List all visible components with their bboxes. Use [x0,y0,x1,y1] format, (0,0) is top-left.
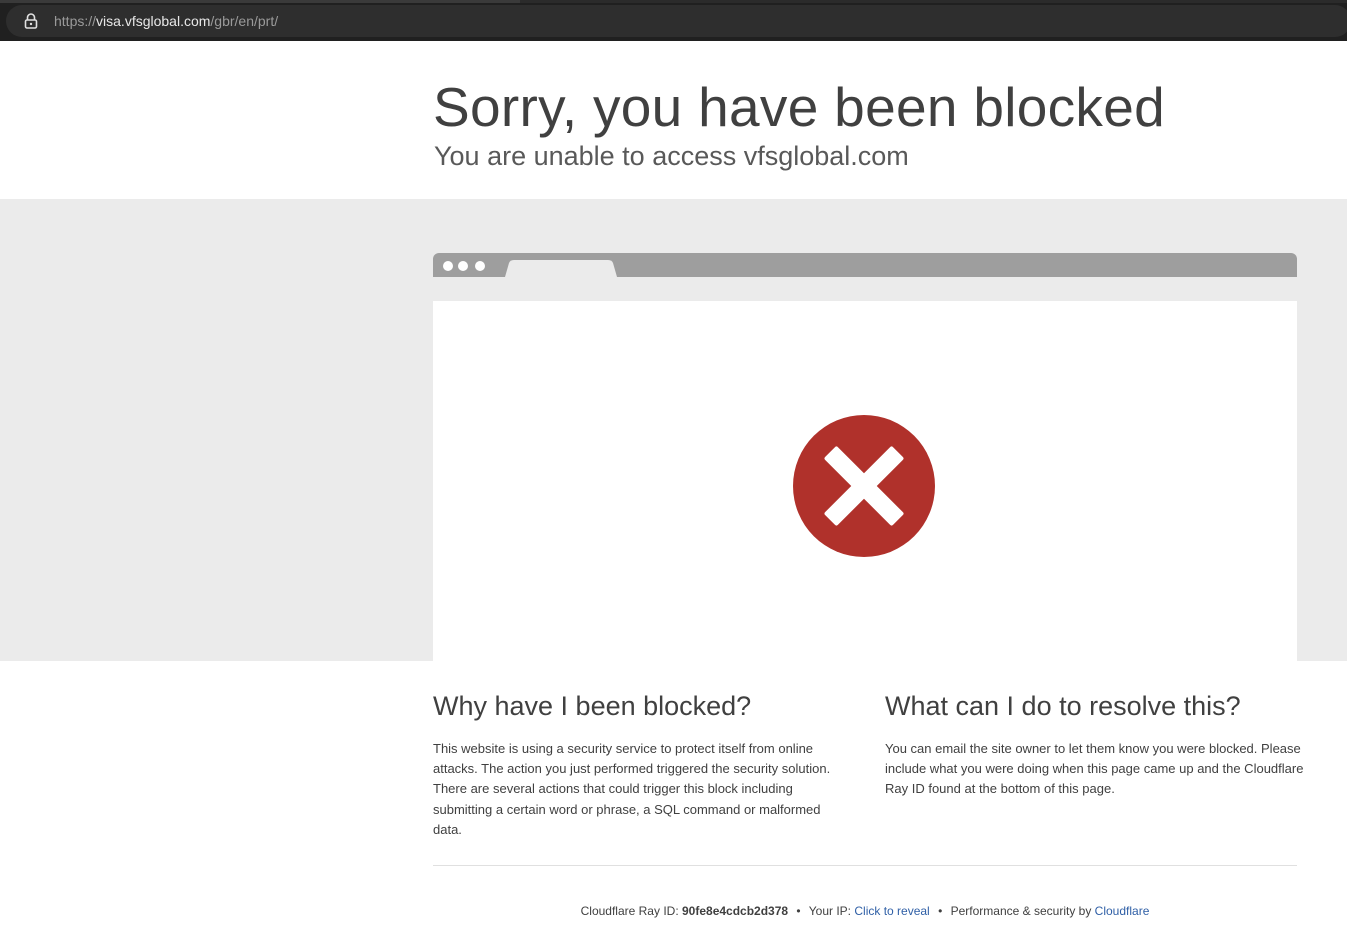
performance-label: Performance & security by [950,904,1092,918]
illustration-band [0,199,1347,661]
active-tab-edge [0,0,520,3]
ray-id-value: 90fe8e4cdcb2d378 [682,904,789,918]
your-ip-label: Your IP: [808,904,852,918]
illustration-window-bar [433,253,1297,277]
url-scheme: https:// [54,13,97,29]
browser-illustration [433,253,1297,661]
why-blocked-text: This website is using a security service… [433,741,831,837]
illustration-toolbar [433,277,1297,301]
info-columns: Why have I been blocked? This website is… [433,661,1303,865]
url-text[interactable]: https://visa.vfsglobal.com/gbr/en/prt/ [54,12,278,30]
cloudflare-link[interactable]: Cloudflare [1095,904,1150,918]
resolve-heading: What can I do to resolve this? [885,691,1241,721]
browser-chrome: https://visa.vfsglobal.com/gbr/en/prt/ [0,0,1347,41]
page-title: Sorry, you have been blocked [433,76,1165,138]
why-blocked-heading: Why have I been blocked? [433,691,752,721]
tab-strip-edge [0,0,1347,3]
page-header: Sorry, you have been blocked You are una… [0,41,1347,199]
illustration-window-body [433,301,1297,661]
ray-id-label: Cloudflare Ray ID: [580,904,679,918]
address-bar[interactable]: https://visa.vfsglobal.com/gbr/en/prt/ [6,5,1347,37]
url-host: visa.vfsglobal.com [96,13,211,29]
window-dot-icon [443,261,453,271]
footer-separator: • [796,904,801,918]
window-dot-icon [475,261,485,271]
url-path: /gbr/en/prt/ [210,13,279,29]
page-subtitle: You are unable to access vfsglobal.com [434,141,909,171]
lock-icon[interactable] [24,13,38,29]
footer: Cloudflare Ray ID: 90fe8e4cdcb2d378 • Yo… [433,903,1297,919]
footer-separator: • [938,904,943,918]
illustration-tab [505,260,617,277]
window-dot-icon [458,261,468,271]
footer-divider [433,865,1297,866]
error-x-icon [793,415,935,557]
reveal-ip-link[interactable]: Click to reveal [854,904,929,918]
resolve-text: You can email the site owner to let them… [885,741,1304,797]
